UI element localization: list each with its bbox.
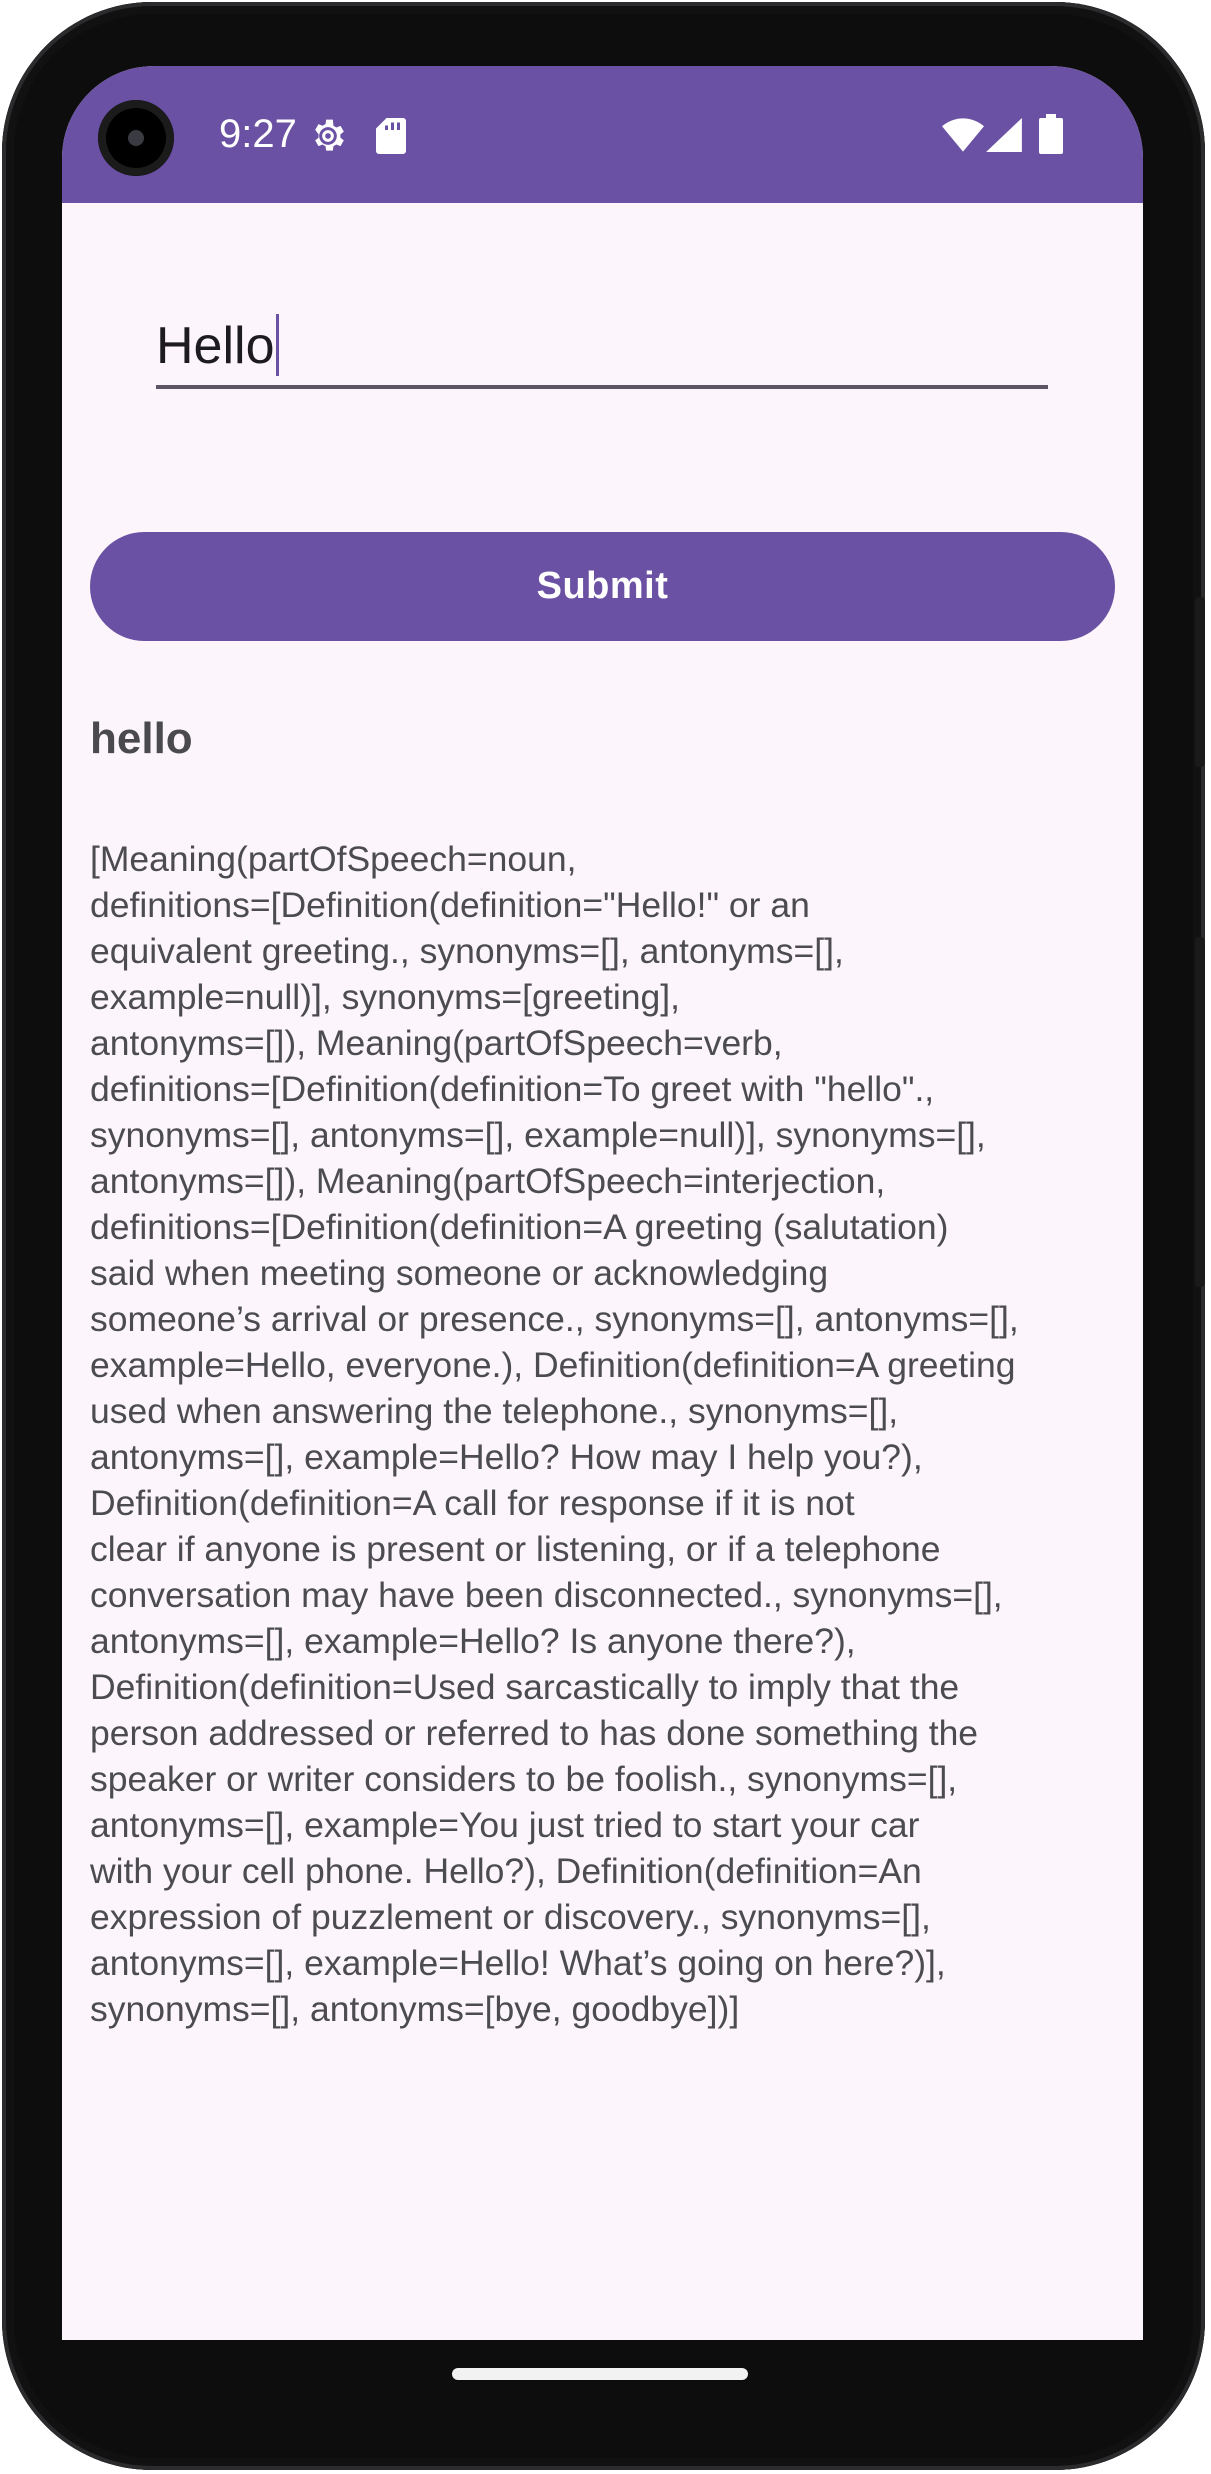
result-word-heading: hello: [90, 714, 193, 763]
power-button: [1195, 597, 1205, 767]
result-line: synonyms=[], antonyms=[bye, goodbye])]: [90, 1989, 740, 2029]
status-time: 9:27: [219, 112, 297, 156]
phone-frame: 9:27 Hello Submit hello [Meaning(partOfS…: [2, 2, 1205, 2470]
signal-icon: [986, 118, 1022, 152]
result-line: speaker or writer considers to be foolis…: [90, 1759, 958, 1799]
result-line: definitions=[Definition(definition=A gre…: [90, 1207, 949, 1247]
result-line: example=null)], synonyms=[greeting],: [90, 977, 680, 1017]
app-screen: 9:27 Hello Submit hello [Meaning(partOfS…: [62, 66, 1143, 2340]
result-line: [Meaning(partOfSpeech=noun,: [90, 839, 577, 879]
word-input[interactable]: Hello: [156, 306, 1048, 386]
settings-icon: [315, 119, 344, 151]
word-input-value: Hello: [156, 317, 275, 375]
result-definitions-text: [Meaning(partOfSpeech=noun, definitions=…: [90, 836, 1120, 2032]
result-line: with your cell phone. Hello?), Definitio…: [90, 1851, 922, 1891]
battery-icon: [1039, 114, 1063, 154]
volume-button: [1195, 937, 1205, 1287]
wifi-icon: [942, 118, 984, 152]
result-line: Definition(definition=A call for respons…: [90, 1483, 855, 1523]
result-line: antonyms=[], example=Hello? Is anyone th…: [90, 1621, 856, 1661]
result-line: antonyms=[], example=Hello! What’s going…: [90, 1943, 946, 1983]
status-bar: 9:27: [62, 66, 1143, 203]
result-line: antonyms=[]), Meaning(partOfSpeech=inter…: [90, 1161, 886, 1201]
text-cursor: [275, 314, 279, 377]
result-line: said when meeting someone or acknowledgi…: [90, 1253, 829, 1293]
home-indicator[interactable]: [452, 2368, 748, 2380]
result-line: synonyms=[], antonyms=[], example=null)]…: [90, 1115, 986, 1155]
result-line: clear if anyone is present or listening,…: [90, 1529, 941, 1569]
result-line: someone’s arrival or presence., synonyms…: [90, 1299, 1019, 1339]
result-line: expression of puzzlement or discovery., …: [90, 1897, 931, 1937]
result-line: antonyms=[]), Meaning(partOfSpeech=verb,: [90, 1023, 783, 1063]
result-line: person addressed or referred to has done…: [90, 1713, 979, 1753]
sd-card-icon: [376, 118, 406, 154]
result-line: antonyms=[], example=You just tried to s…: [90, 1805, 920, 1845]
result-line: definitions=[Definition(definition=To gr…: [90, 1069, 935, 1109]
word-input-field[interactable]: Hello: [156, 306, 1048, 416]
result-line: used when answering the telephone., syno…: [90, 1391, 899, 1431]
result-line: conversation may have been disconnected.…: [90, 1575, 1003, 1615]
input-underline: [156, 385, 1048, 389]
result-line: definitions=[Definition(definition="Hell…: [90, 885, 810, 925]
submit-button[interactable]: Submit: [90, 532, 1115, 641]
result-line: Definition(definition=Used sarcastically…: [90, 1667, 960, 1707]
result-line: example=Hello, everyone.), Definition(de…: [90, 1345, 1016, 1385]
result-line: equivalent greeting., synonyms=[], anton…: [90, 931, 844, 971]
result-line: antonyms=[], example=Hello? How may I he…: [90, 1437, 923, 1477]
front-camera: [98, 100, 174, 176]
